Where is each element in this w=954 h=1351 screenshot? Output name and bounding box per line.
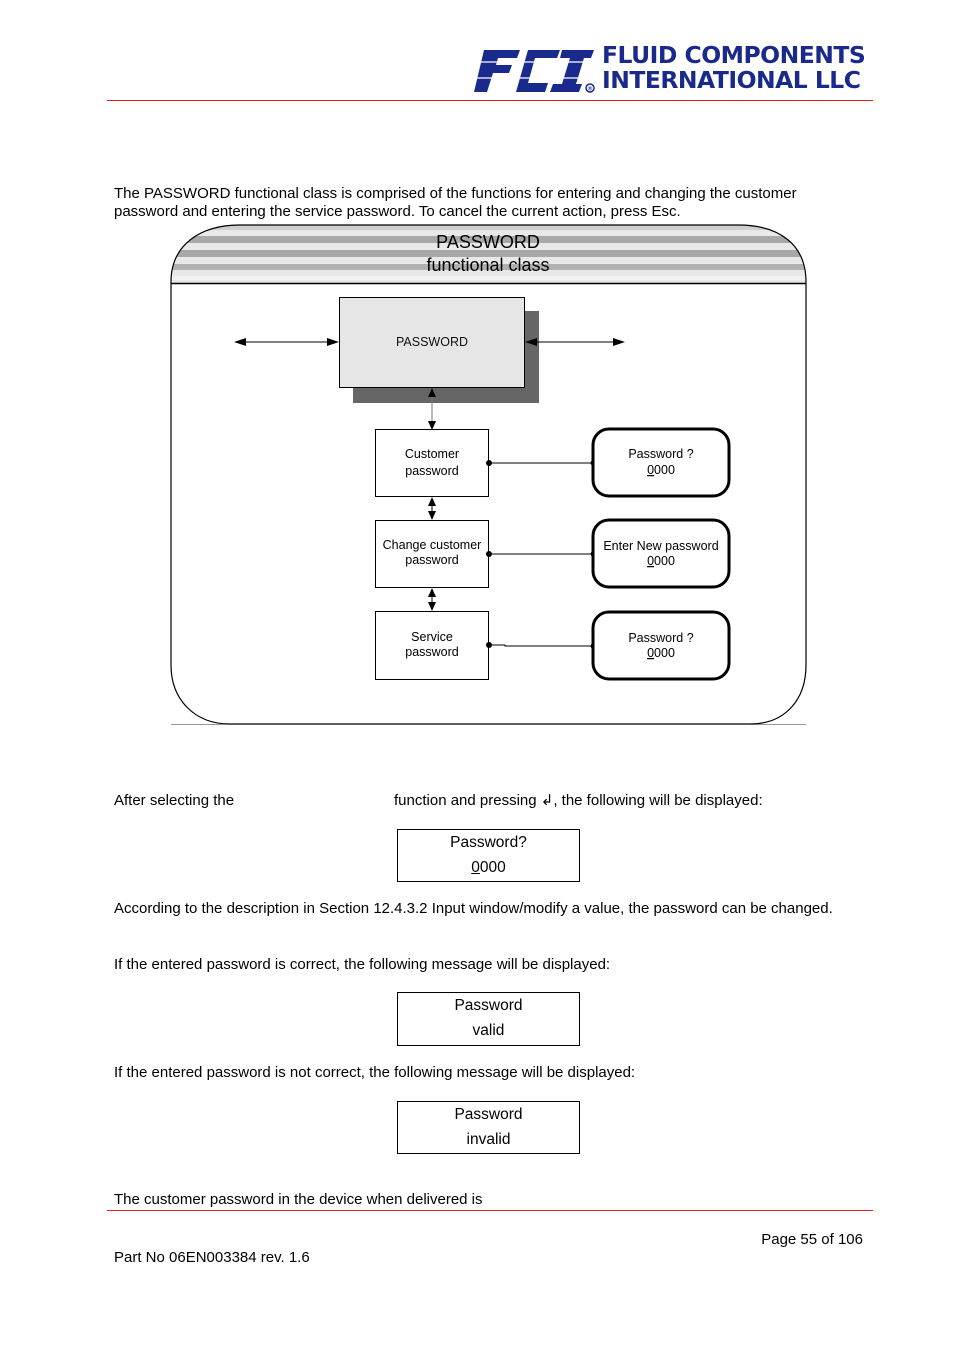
after-selecting-suffix: function and pressing ↲, the following w… xyxy=(394,792,763,809)
svg-text:Password ?: Password ? xyxy=(628,447,693,461)
diagram-title: PASSWORD xyxy=(436,232,540,252)
svg-text:Customer: Customer xyxy=(405,447,459,461)
lcd-valid-line2: valid xyxy=(472,1022,505,1039)
vertical-arrow-customer-to-change xyxy=(428,497,436,520)
delivered-paragraph: The customer password in the device when… xyxy=(114,1191,483,1208)
svg-text:Service: Service xyxy=(411,630,453,644)
cursor-digit: 0 xyxy=(471,859,480,876)
vertical-arrow-change-to-service xyxy=(428,588,436,611)
connector-service xyxy=(486,642,596,649)
svg-text:0000: 0000 xyxy=(647,554,675,568)
lcd-prompt-line1: Password? xyxy=(450,834,527,851)
footer-rule xyxy=(107,1210,873,1211)
remaining-digits: 000 xyxy=(479,859,506,876)
incorrect-paragraph: If the entered password is not correct, … xyxy=(114,1064,636,1081)
main-box-label: PASSWORD xyxy=(396,335,468,349)
function-box-customer-password: Customer password xyxy=(375,429,489,497)
left-double-arrow xyxy=(234,338,339,346)
after-selecting-prefix: After selecting the xyxy=(114,792,235,809)
svg-text:password: password xyxy=(405,553,459,567)
password-functional-class-diagram: PASSWORD functional class PASSWORD Custo… xyxy=(170,224,807,725)
page-number: Page 55 of 106 xyxy=(761,1231,863,1248)
vertical-arrow-main-to-customer xyxy=(428,388,436,430)
lcd-password-prompt: Password? 0000 xyxy=(397,829,580,882)
display-box-enter-new-password: Enter New password 0000 xyxy=(591,518,731,589)
function-box-service-password: Service password xyxy=(375,611,489,680)
display-box-service-password: Password ? 0000 xyxy=(591,610,731,681)
correct-paragraph: If the entered password is correct, the … xyxy=(114,956,611,973)
lcd-invalid-line1: Password xyxy=(454,1106,523,1123)
connector-change xyxy=(486,551,596,557)
svg-text:Enter New password: Enter New password xyxy=(603,539,718,553)
svg-text:Change customer: Change customer xyxy=(383,538,482,552)
svg-text:0000: 0000 xyxy=(647,463,675,477)
svg-text:password: password xyxy=(405,464,459,478)
right-double-arrow xyxy=(525,338,625,346)
lcd-password-valid: Password valid xyxy=(397,992,580,1046)
lcd-invalid-line2: invalid xyxy=(466,1131,511,1148)
function-box-change-customer-password: Change customer password xyxy=(375,520,489,588)
svg-text:Password ?: Password ? xyxy=(628,631,693,645)
lcd-password-invalid: Password invalid xyxy=(397,1101,580,1154)
svg-text:password: password xyxy=(405,645,459,659)
part-number: Part No 06EN003384 rev. 1.6 xyxy=(114,1249,310,1266)
lcd-valid-line1: Password xyxy=(454,997,523,1014)
according-paragraph: According to the description in Section … xyxy=(114,900,833,917)
connector-customer xyxy=(486,460,596,466)
lcd-prompt-line2: 0000 xyxy=(398,855,579,880)
display-box-customer-password: Password ? 0000 xyxy=(591,427,731,498)
svg-text:0000: 0000 xyxy=(647,646,675,660)
diagram-subtitle: functional class xyxy=(426,255,549,275)
